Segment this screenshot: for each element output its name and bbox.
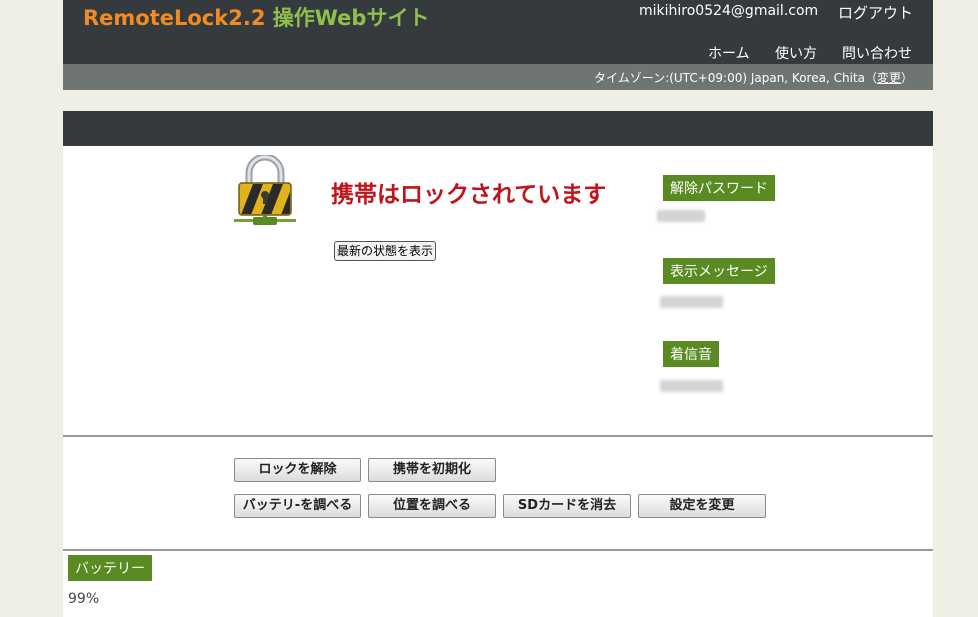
- change-settings-button[interactable]: 設定を変更: [638, 494, 766, 518]
- logo-title: RemoteLock2.2: [83, 6, 266, 30]
- locate-phone-button[interactable]: 位置を調べる: [368, 494, 496, 518]
- logo-subtitle: 操作Webサイト: [272, 6, 430, 30]
- unlock-button[interactable]: ロックを解除: [234, 458, 361, 482]
- timezone-bar: タイムゾーン:(UTC+09:00) Japan, Korea, Chita（変…: [63, 64, 933, 90]
- password-value: [657, 210, 705, 222]
- timezone-label: タイムゾーン:(UTC+09:00) Japan, Korea, Chita（: [594, 71, 877, 85]
- battery-label: バッテリー: [68, 555, 152, 581]
- erase-sd-button[interactable]: SDカードを消去: [503, 494, 631, 518]
- divider: [63, 549, 933, 551]
- section-bar: [63, 111, 933, 146]
- timezone-text: タイムゾーン:(UTC+09:00) Japan, Korea, Chita（変…: [594, 69, 913, 86]
- reset-phone-button[interactable]: 携帯を初期化: [368, 458, 496, 482]
- header-spacer: [63, 90, 933, 111]
- nav-home[interactable]: ホーム: [708, 43, 750, 63]
- timezone-change-link[interactable]: 変更: [877, 71, 901, 85]
- page-container: RemoteLock2.2 操作Webサイト mikihiro0524@gmai…: [63, 0, 933, 617]
- logout-link[interactable]: ログアウト: [838, 2, 913, 23]
- password-label: 解除パスワード: [663, 175, 775, 201]
- refresh-status-button[interactable]: 最新の状態を表示: [334, 241, 437, 261]
- ringtone-label: 着信音: [663, 341, 719, 367]
- display-message-value: [660, 296, 723, 308]
- nav-usage[interactable]: 使い方: [775, 43, 817, 63]
- padlock-icon: [234, 155, 296, 225]
- lock-status-message: 携帯はロックされています: [331, 182, 607, 208]
- divider: [63, 435, 933, 437]
- site-logo[interactable]: RemoteLock2.2 操作Webサイト: [83, 2, 429, 32]
- battery-value: 99%: [68, 591, 100, 607]
- display-message-label: 表示メッセージ: [663, 258, 775, 284]
- ringtone-value: [660, 380, 723, 392]
- check-battery-button[interactable]: バッテリ-を調べる: [234, 494, 361, 518]
- nav-contact[interactable]: 問い合わせ: [842, 43, 912, 63]
- site-header: RemoteLock2.2 操作Webサイト mikihiro0524@gmai…: [63, 0, 933, 64]
- timezone-close: ）: [900, 71, 913, 85]
- user-email: mikihiro0524@gmail.com: [639, 3, 819, 19]
